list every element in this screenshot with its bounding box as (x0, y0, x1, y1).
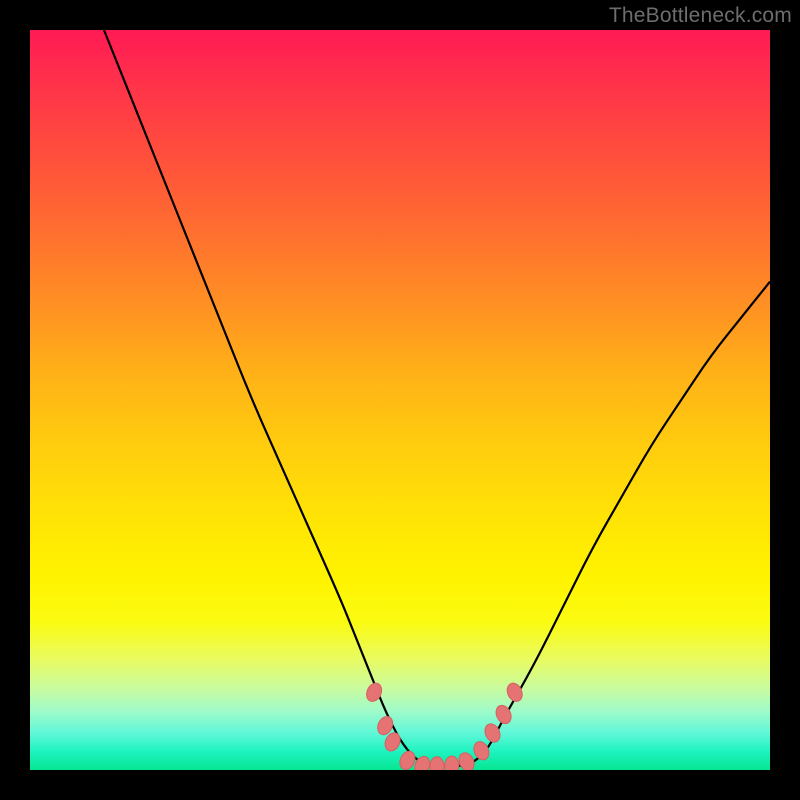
bottleneck-curve-svg (30, 30, 770, 770)
watermark-text: TheBottleneck.com (609, 4, 792, 28)
bottleneck-curve-path (104, 30, 770, 766)
curve-marker (471, 739, 492, 762)
curve-marker (430, 757, 444, 770)
chart-frame: TheBottleneck.com (0, 0, 800, 800)
plot-area (30, 30, 770, 770)
curve-marker (456, 750, 477, 770)
curve-marker (445, 756, 459, 770)
